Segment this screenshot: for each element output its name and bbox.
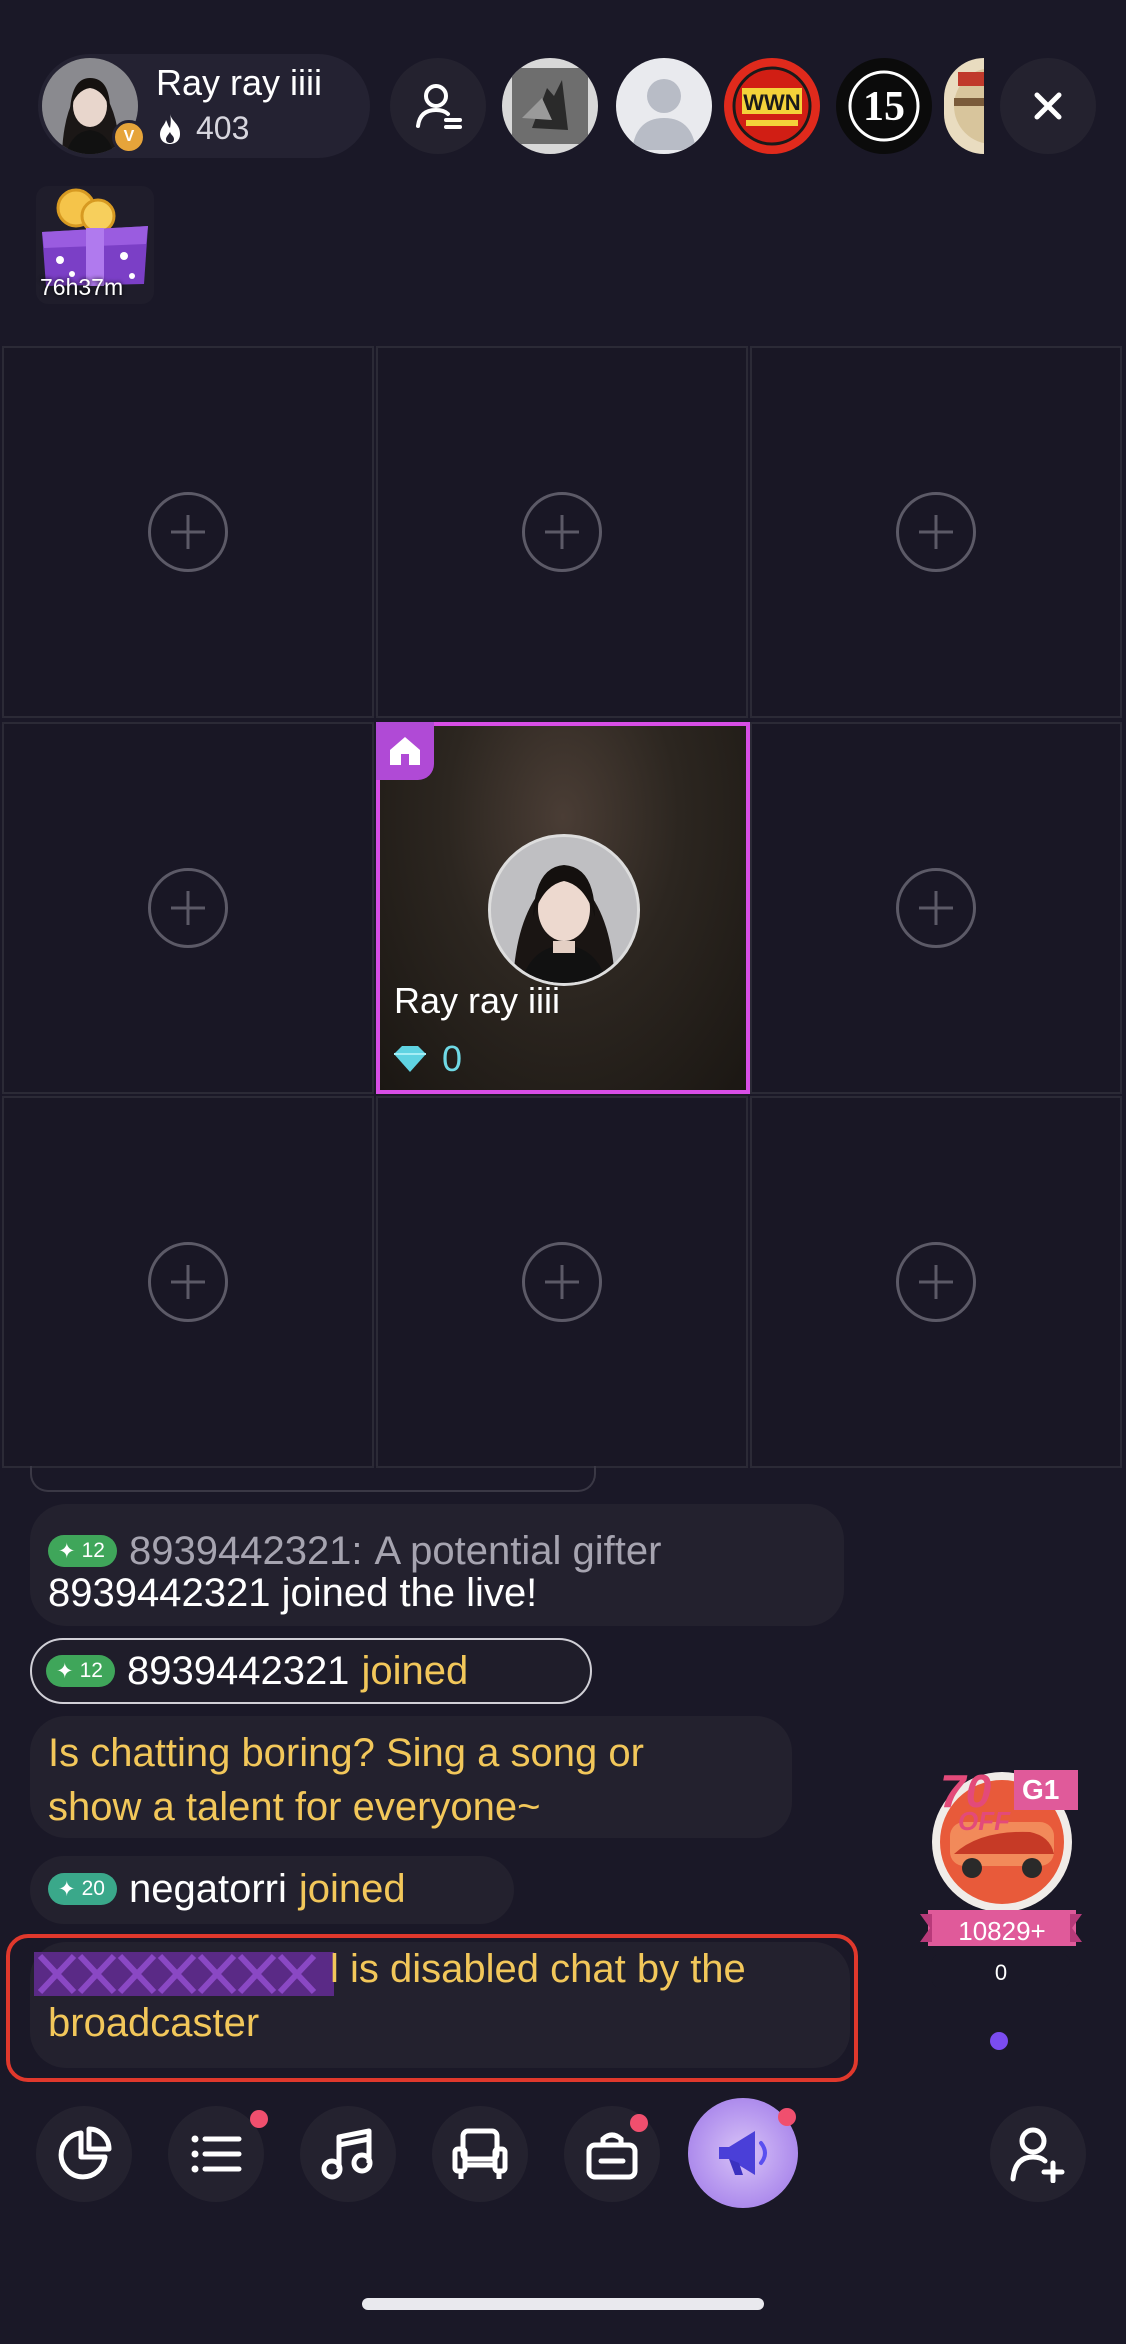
empty-seat[interactable] <box>2 346 374 718</box>
empty-seat[interactable] <box>2 1096 374 1468</box>
chat-username[interactable]: negatorri <box>129 1862 287 1916</box>
home-icon <box>390 737 420 765</box>
empty-seat[interactable] <box>2 722 374 1094</box>
viewer-avatar-4[interactable]: 15 <box>836 58 932 154</box>
empty-seat[interactable] <box>376 1096 748 1468</box>
seat-avatar[interactable] <box>488 834 640 986</box>
host-name: Ray ray iiii <box>156 62 323 103</box>
add-seat-icon <box>896 492 976 572</box>
user-level-badge: ✦ 12 <box>48 1535 117 1567</box>
viewer-avatar-3[interactable]: WWN <box>724 58 820 154</box>
system-tip-line-2: show a talent for everyone~ <box>48 1785 541 1829</box>
home-badge <box>376 722 434 780</box>
promo-count: 0 <box>994 1960 1008 1985</box>
chat-previous-message <box>30 1466 596 1492</box>
join-notice-row: ✦ 12 8939442321 joined <box>46 1644 468 1698</box>
promo-price: 10829+ <box>958 1916 1046 1946</box>
promo-tag: G1 <box>1022 1774 1060 1805</box>
notification-dot <box>250 2110 268 2128</box>
add-user-icon <box>1010 2127 1065 2183</box>
viewer-avatar-1[interactable] <box>502 58 598 154</box>
fire-icon <box>160 114 180 144</box>
pie-chart-icon <box>58 2126 112 2180</box>
viewer-avatar-5[interactable] <box>944 58 984 154</box>
music-note-icon <box>321 2128 373 2180</box>
diamond-icon <box>394 1046 426 1072</box>
highlight-box <box>6 1934 858 2082</box>
system-tip-line-1: Is chatting boring? Sing a song or <box>48 1731 644 1775</box>
user-level-badge: ✦ 12 <box>46 1655 115 1687</box>
toolbox-icon <box>586 2132 638 2180</box>
add-seat-icon <box>896 1242 976 1322</box>
invite-user-button[interactable] <box>990 2106 1086 2202</box>
chat-username[interactable]: 8939442321 <box>127 1644 349 1698</box>
notification-dot <box>630 2114 648 2132</box>
empty-seat[interactable] <box>750 1096 1122 1468</box>
add-seat-icon <box>522 1242 602 1322</box>
seat-diamond-count: 0 <box>442 1038 463 1079</box>
treasure-timer: 76h37m <box>40 274 124 300</box>
viewer-3-label: WWN <box>743 90 800 115</box>
add-seat-icon <box>148 1242 228 1322</box>
join-notice-row: ✦ 20 negatorri joined <box>48 1862 406 1916</box>
notification-dot <box>778 2108 796 2126</box>
viewer-4-label: 15 <box>863 84 905 130</box>
page-indicator-dot <box>990 2032 1008 2050</box>
music-button[interactable] <box>300 2106 396 2202</box>
join-label: joined <box>361 1649 469 1693</box>
empty-seat[interactable] <box>750 346 1122 718</box>
megaphone-icon <box>719 2131 767 2175</box>
empty-seat[interactable] <box>376 346 748 718</box>
promo-off-label: OFF <box>958 1806 1010 1836</box>
home-indicator[interactable] <box>362 2298 764 2310</box>
add-seat-icon <box>522 492 602 572</box>
close-button[interactable] <box>1000 58 1096 154</box>
seat-name: Ray ray iiii <box>394 980 561 1021</box>
close-icon <box>1034 92 1062 120</box>
add-seat-icon <box>148 868 228 948</box>
list-icon <box>191 2135 242 2173</box>
viewer-avatar-2[interactable] <box>616 58 712 154</box>
join-label: joined <box>298 1867 406 1911</box>
chat-join-notice: 8939442321 joined the live! <box>48 1571 538 1615</box>
seat-button[interactable] <box>432 2106 528 2202</box>
stats-button[interactable] <box>36 2106 132 2202</box>
add-seat-icon <box>148 492 228 572</box>
user-level-badge: ✦ 20 <box>48 1873 117 1905</box>
add-seat-icon <box>896 868 976 948</box>
host-popularity-count: 403 <box>196 110 250 146</box>
audience-list-button[interactable] <box>390 58 486 154</box>
empty-seat[interactable] <box>750 722 1122 1094</box>
user-list-icon <box>416 84 462 129</box>
sofa-icon <box>452 2128 508 2179</box>
host-level-badge: V <box>112 120 146 154</box>
